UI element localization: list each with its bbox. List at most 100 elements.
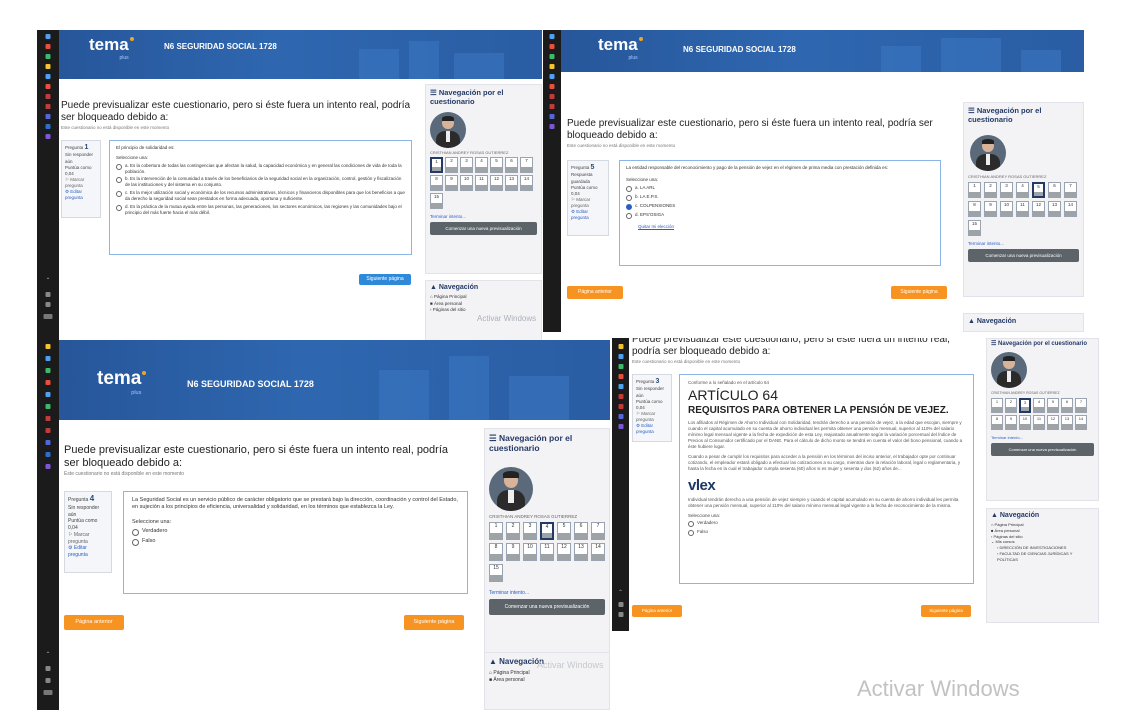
radio-button[interactable] (116, 177, 122, 184)
next-page-button[interactable]: Siguiente página (359, 274, 411, 285)
question-nav-cell[interactable]: 7 (591, 522, 605, 540)
tema-logo[interactable]: tema plus (97, 368, 147, 396)
taskbar-app-icon[interactable] (549, 54, 555, 59)
taskbar-app-icon[interactable] (45, 54, 51, 59)
question-nav-cell[interactable]: 13 (505, 175, 518, 191)
taskbar-app-icon[interactable] (45, 452, 51, 457)
flag-question-link[interactable]: ⚐ Marcar pregunta (65, 177, 97, 189)
question-nav-cell[interactable]: 11 (475, 175, 488, 191)
taskbar-app-icon[interactable] (45, 124, 51, 129)
radio-button[interactable] (626, 194, 632, 201)
taskbar-app-icon[interactable] (45, 464, 51, 469)
taskbar-app-icon[interactable] (45, 134, 51, 139)
new-preview-button[interactable]: Comenzar una nueva previsualización (430, 222, 537, 235)
radio-button[interactable] (626, 185, 632, 192)
taskbar-app-icon[interactable] (618, 414, 623, 419)
taskbar-app-icon[interactable] (45, 416, 51, 421)
question-nav-cell[interactable]: 6 (505, 157, 518, 173)
radio-button[interactable] (116, 204, 122, 211)
taskbar-app-icon[interactable] (45, 94, 51, 99)
answer-option[interactable]: d. Es la práctica de la mutua ayuda entr… (116, 204, 405, 216)
answer-option[interactable]: Falso (132, 538, 459, 547)
taskbar-app-icon[interactable] (45, 428, 51, 433)
taskbar-app-icon[interactable] (45, 64, 51, 69)
question-nav-cell[interactable]: 13 (574, 543, 588, 561)
network-icon[interactable] (618, 602, 623, 607)
taskbar-app-icon[interactable] (618, 374, 623, 379)
question-nav-cell[interactable]: 7 (520, 157, 533, 173)
taskbar-app-icon[interactable] (618, 394, 623, 399)
radio-button[interactable] (132, 539, 139, 547)
taskbar-app-icon[interactable] (549, 84, 555, 89)
volume-icon[interactable] (45, 302, 51, 307)
question-nav-cell[interactable]: 9 (1005, 415, 1017, 430)
question-nav-cell[interactable]: 1 (991, 398, 1003, 413)
edit-question-link[interactable]: ⚙ Editar pregunta (65, 189, 97, 201)
taskbar-app-icon[interactable] (45, 404, 51, 409)
radio-button[interactable] (116, 191, 122, 198)
question-nav-cell[interactable]: 15 (489, 564, 503, 582)
previous-page-button[interactable]: Página anterior (64, 615, 124, 630)
next-page-button[interactable]: Siguiente página (404, 615, 464, 630)
question-nav-cell[interactable]: 13 (1048, 201, 1061, 217)
radio-button-selected[interactable] (626, 203, 632, 210)
answer-option[interactable]: b. Es la intervención de la comunidad a … (116, 176, 405, 188)
question-nav-cell[interactable]: 2 (984, 182, 997, 198)
previous-page-button[interactable]: Página anterior (632, 605, 682, 617)
taskbar-app-icon[interactable] (45, 114, 51, 119)
taskbar-app-icon[interactable] (45, 74, 51, 79)
finish-attempt-link[interactable]: Terminar intento... (964, 236, 1083, 249)
question-nav-cell[interactable]: 10 (1000, 201, 1013, 217)
question-nav-cell[interactable]: 14 (1064, 201, 1077, 217)
next-page-button[interactable]: Siguiente página (891, 286, 947, 299)
clear-choice-link[interactable]: Quitar mi elección (638, 224, 934, 230)
answer-option[interactable]: b. LA E.P.S. (626, 194, 934, 201)
question-nav-cell[interactable]: 8 (991, 415, 1003, 430)
answer-option-selected[interactable]: c. COLPENSIONES (626, 203, 934, 210)
question-nav-cell[interactable]: 8 (489, 543, 503, 561)
question-nav-cell[interactable]: 7 (1075, 398, 1087, 413)
taskbar-app-icon[interactable] (45, 344, 51, 349)
radio-button[interactable] (132, 529, 139, 537)
taskbar-app-icon[interactable] (549, 74, 555, 79)
question-nav-cell[interactable]: 6 (1061, 398, 1073, 413)
finish-attempt-link[interactable]: Terminar intento... (987, 430, 1098, 443)
question-nav-cell[interactable]: 5 (490, 157, 503, 173)
taskbar-app-icon[interactable] (45, 392, 51, 397)
keyboard-icon[interactable] (43, 690, 53, 695)
question-nav-cell[interactable]: 12 (490, 175, 503, 191)
network-icon[interactable] (45, 292, 51, 297)
question-nav-cell[interactable]: 10 (1019, 415, 1031, 430)
answer-option[interactable]: d. EPS'OSIGA (626, 212, 934, 219)
question-nav-cell[interactable]: 3 (1000, 182, 1013, 198)
question-nav-cell[interactable]: 4 (540, 522, 554, 540)
taskbar-app-icon[interactable] (45, 84, 51, 89)
taskbar-app-icon[interactable] (618, 364, 623, 369)
question-nav-cell[interactable]: 10 (523, 543, 537, 561)
nav-item-dashboard[interactable]: ■ Área personal (489, 677, 605, 684)
question-nav-cell[interactable]: 6 (574, 522, 588, 540)
question-nav-cell[interactable]: 3 (1019, 398, 1031, 413)
taskbar-app-icon[interactable] (549, 94, 555, 99)
question-nav-cell[interactable]: 4 (475, 157, 488, 173)
question-nav-cell[interactable]: 5 (1032, 182, 1045, 198)
edit-question-link[interactable]: ⚙ Editar pregunta (68, 545, 108, 559)
taskbar-app-icon[interactable] (549, 64, 555, 69)
question-nav-cell[interactable]: 10 (460, 175, 473, 191)
question-nav-cell[interactable]: 13 (1061, 415, 1073, 430)
taskbar-app-icon[interactable] (45, 440, 51, 445)
question-nav-cell[interactable]: 6 (1048, 182, 1061, 198)
question-nav-cell[interactable]: 3 (460, 157, 473, 173)
finish-attempt-link[interactable]: Terminar intento... (485, 582, 609, 599)
volume-icon[interactable] (618, 612, 623, 617)
finish-attempt-link[interactable]: Terminar intento... (426, 209, 541, 222)
taskbar-app-icon[interactable] (549, 44, 555, 49)
volume-icon[interactable] (45, 678, 51, 683)
keyboard-icon[interactable] (43, 314, 53, 319)
question-nav-cell[interactable]: 14 (591, 543, 605, 561)
answer-option[interactable]: Verdadero (688, 520, 965, 527)
question-nav-cell[interactable]: 9 (445, 175, 458, 191)
flag-question-link[interactable]: ⚐ Marcar pregunta (636, 411, 668, 423)
tema-logo[interactable]: tema plus (598, 35, 643, 61)
radio-button[interactable] (688, 529, 694, 536)
